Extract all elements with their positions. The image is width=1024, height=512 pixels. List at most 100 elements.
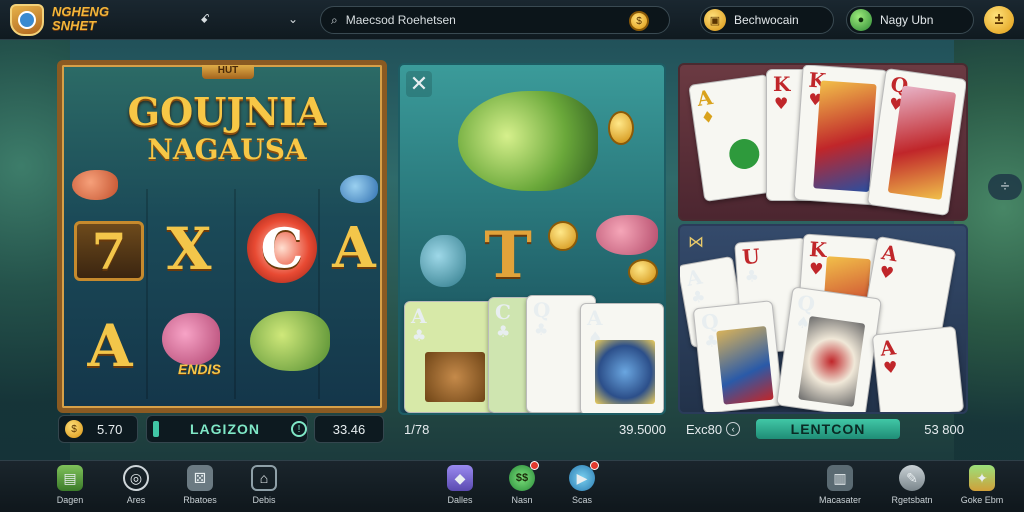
search-input[interactable]: Maecsod Roehetsen — [346, 13, 456, 27]
status-indicator — [153, 421, 159, 437]
bottom-nav: ▤ Dagen ◎ Ares ⚄ Rbatoes ⌂ Debis ◆ Dalle… — [0, 460, 1024, 512]
barrel-icon — [425, 352, 485, 402]
heart-emblem-icon — [798, 315, 866, 407]
card-game-panel-bottom[interactable]: ⋈ A ♣ U ♣ Q ♣ K ♥ A ♥ Q ♠ A ♥ — [678, 224, 968, 414]
slot-bet: 33.46 — [314, 415, 384, 443]
nav-item-rgetsbatn[interactable]: ✎ Rgetsbatn — [876, 465, 948, 512]
slot-title: GOUJNIA — [127, 89, 327, 134]
card-rank: Q — [795, 290, 817, 317]
blue-fish-icon — [340, 175, 378, 203]
top-bar: NGHENG SNHET ꗃ ⌄ ⌕ Maecsod Roehetsen $ ▣… — [0, 0, 1024, 40]
slot-balance: $ 5.70 — [58, 415, 138, 443]
arrow-icon[interactable]: ‹ — [726, 422, 741, 436]
queen-face-icon — [716, 325, 774, 405]
slot-game-panel[interactable]: HUT GOUJNIA NAGAUSA 7 X C A A ENDIS — [57, 60, 387, 413]
card-suit: ♣ — [689, 286, 707, 308]
menu-button[interactable]: ꗃ — [194, 8, 216, 30]
cube-icon: ◆ — [447, 465, 473, 491]
cards-right-value: 53 800 — [924, 421, 964, 437]
nav-label: Scas — [571, 495, 592, 505]
notification-dot — [590, 461, 599, 470]
dice-icon: ⚄ — [187, 465, 213, 491]
card-rank: C — [495, 300, 511, 324]
coin-icon: $ — [65, 420, 83, 438]
treasure-icon: ✦ — [969, 465, 995, 491]
gear-icon: ▥ — [827, 465, 853, 491]
reel-divider — [318, 189, 320, 399]
target-icon: ◎ — [123, 465, 149, 491]
coin-icon[interactable]: $ — [629, 11, 649, 31]
leaf-icon — [727, 137, 762, 171]
game-lobby: NGHENG SNHET ꗃ ⌄ ⌕ Maecsod Roehetsen $ ▣… — [0, 0, 1024, 512]
gift-icon: ⌂ — [251, 465, 277, 491]
card-game-panel-top[interactable]: A ♦ K ♥ K ♥ Q ♥ — [678, 63, 968, 221]
nav-item-macasater[interactable]: ▥ Macasater — [804, 465, 876, 512]
chevron-down-icon[interactable]: ⌄ — [282, 8, 304, 30]
card-suit: ♥ — [882, 357, 899, 378]
card-suit: ♣ — [496, 322, 511, 341]
card-suit: ♥ — [877, 261, 896, 284]
card-rank: A — [587, 306, 603, 330]
account-pill[interactable]: ● Nagy Ubn — [846, 6, 974, 34]
playing-card: Q ♣ — [692, 300, 784, 412]
slot-ribbon: HUT — [202, 65, 254, 79]
fish-symbol: T — [484, 217, 532, 293]
nav-item-goke-ebm[interactable]: ✦ Goke Ebm — [946, 465, 1018, 512]
info-icon[interactable]: ! — [291, 421, 307, 437]
slot-symbol-a-lower: A — [87, 312, 133, 380]
nav-item-debis[interactable]: ⌂ Debis — [228, 465, 300, 512]
crossed-swords-icon: ⋈ — [688, 234, 704, 251]
nav-label: Rgetsbatn — [891, 495, 933, 505]
scroll-right-button[interactable]: ÷ — [988, 174, 1022, 200]
close-icon[interactable]: ✕ — [406, 71, 432, 97]
brand-shield-icon[interactable] — [10, 4, 44, 36]
slot-status-bar: LAGIZON ! — [146, 415, 308, 443]
playing-card: A ♥ — [871, 325, 965, 412]
nav-label: Ares — [126, 495, 146, 505]
nav-label: Dagen — [56, 495, 84, 505]
nav-label: Debis — [252, 495, 276, 505]
card-rank: K — [773, 72, 791, 96]
card-rank: A — [695, 84, 715, 111]
coin-icon — [628, 259, 658, 285]
nav-item-ares[interactable]: ◎ Ares — [100, 465, 172, 512]
coin-icon: $$ — [509, 461, 539, 491]
wallet-icon: ▣ — [704, 9, 726, 31]
nav-label: Nasn — [511, 495, 533, 505]
playing-card: Q ♠ — [776, 286, 882, 412]
slot-symbol-seven: 7 — [74, 221, 144, 281]
playing-card: A ♠ — [580, 303, 664, 413]
trophy-icon: ✎ — [899, 465, 925, 491]
slot-balance-value: 5.70 — [97, 421, 123, 437]
nav-item-dagen[interactable]: ▤ Dagen — [34, 465, 106, 512]
fish-label: ENDIS — [178, 361, 221, 377]
card-rank: Q — [699, 308, 720, 335]
nav-label: Dalles — [447, 495, 473, 505]
nav-label: Macasater — [818, 495, 862, 505]
card-rank: A — [879, 335, 897, 361]
nav-item-rbatoes[interactable]: ⚄ Rbatoes — [164, 465, 236, 512]
card-rank: U — [741, 243, 761, 270]
card-suit: ♣ — [743, 266, 760, 286]
card-suit: ♦ — [699, 106, 717, 128]
coin-icon — [548, 221, 578, 251]
wallet-label: Bechwocain — [734, 13, 799, 27]
reel-divider — [146, 189, 148, 399]
nav-label: Goke Ebm — [960, 495, 1004, 505]
pink-fish-icon — [162, 313, 220, 365]
leaf-icon: ● — [850, 9, 872, 31]
playing-card: A ♣ — [404, 301, 496, 413]
fish-game-panel[interactable]: ✕ T A ♣ C ♣ Q ♣ A ♠ — [398, 63, 666, 415]
fish-right-value: 39.5000 — [619, 421, 666, 437]
cards-left-value: Exc80 ‹ — [686, 414, 750, 444]
card-suit: ♣ — [534, 320, 549, 339]
add-coins-button[interactable]: ± — [984, 6, 1014, 34]
nav-item-scas[interactable]: ▶ Scas — [546, 461, 618, 512]
red-fish-icon — [596, 215, 658, 255]
wallet-pill[interactable]: ▣ Bechwocain — [700, 6, 834, 34]
fish-left-value: 1/78 — [404, 421, 430, 437]
search-bar[interactable]: ⌕ Maecsod Roehetsen $ — [320, 6, 670, 34]
cards-status-label: LENTCON — [756, 419, 900, 439]
playing-card: Q ♥ — [866, 67, 966, 217]
cards-left-label: Exc80 — [686, 421, 723, 437]
